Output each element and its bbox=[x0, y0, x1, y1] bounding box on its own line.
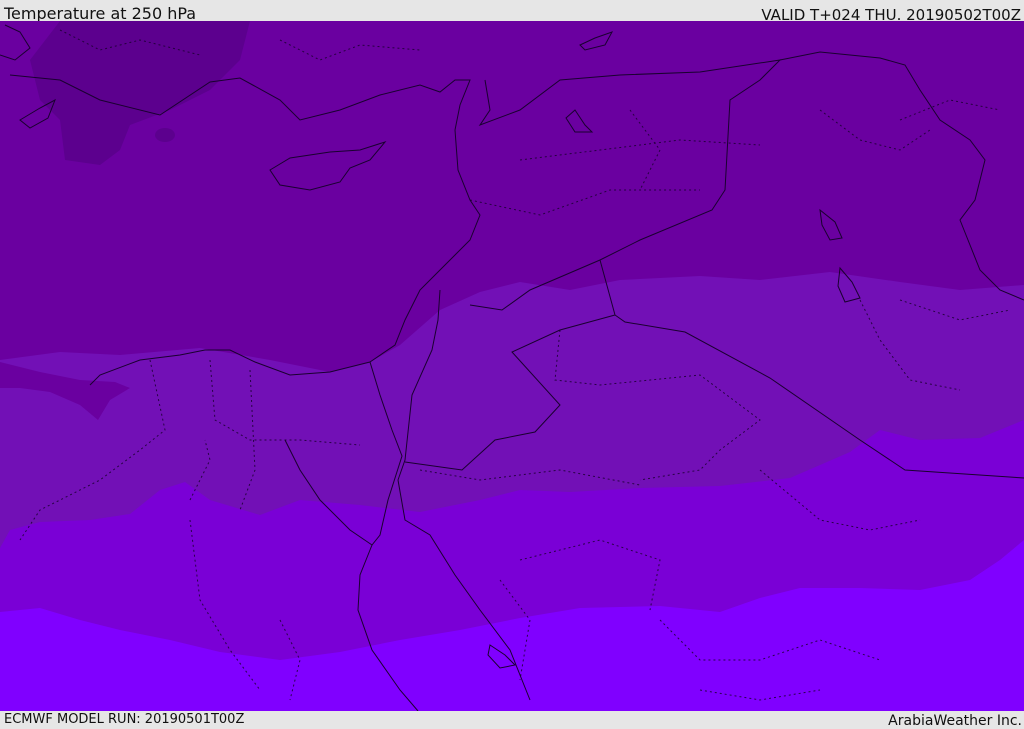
map-panel[interactable] bbox=[0, 21, 1024, 711]
header-bar: Temperature at 250 hPa VALID T+024 THU. … bbox=[0, 0, 1024, 24]
map-canvas bbox=[0, 21, 1024, 711]
credit-text: ArabiaWeather Inc. bbox=[888, 713, 1022, 729]
footer-bar: ECMWF MODEL RUN: 20190501T00Z ArabiaWeat… bbox=[0, 711, 1024, 729]
model-run: ECMWF MODEL RUN: 20190501T00Z bbox=[4, 712, 245, 727]
band-coldest-spot bbox=[155, 128, 175, 142]
